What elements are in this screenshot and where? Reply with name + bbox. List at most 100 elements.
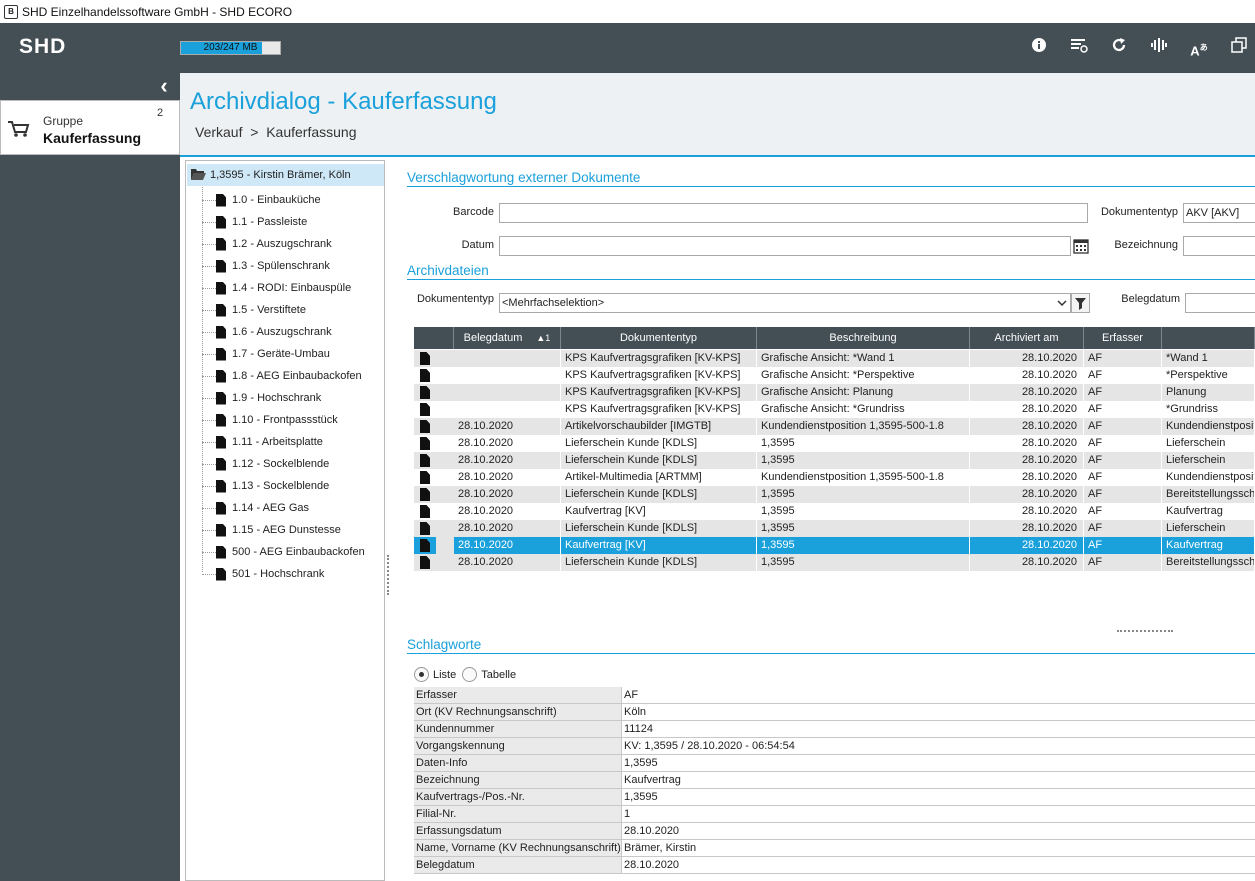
grid-column-header-label: Beschreibung — [829, 332, 897, 344]
keyword-row[interactable]: Daten-Info 1,3595 — [414, 755, 1255, 772]
grid-column-header[interactable]: Dokumententyp — [561, 327, 757, 349]
grid-column-header[interactable]: Archiviert am — [970, 327, 1084, 349]
tree-item[interactable]: 1.10 - Frontpassstück — [202, 409, 338, 431]
grid-cell: Lieferschein Kunde [KDLS] — [561, 435, 757, 452]
grid-row[interactable]: 28.10.2020 Lieferschein Kunde [KDLS] 1,359… — [414, 554, 1255, 571]
filter-doctype-label: Dokumententyp — [416, 293, 494, 305]
tree-item[interactable]: 1.0 - Einbauküche — [202, 189, 321, 211]
tree-item-label: 1.2 - Auszugschrank — [232, 238, 332, 250]
tree-item[interactable]: 1.2 - Auszugschrank — [202, 233, 332, 255]
info-icon[interactable] — [1028, 37, 1050, 59]
grid-row[interactable]: 28.10.2020 Lieferschein Kunde [KDLS] 1,359… — [414, 520, 1255, 537]
window-icon[interactable] — [1228, 37, 1250, 59]
grid-cell: Lieferschein — [1162, 520, 1255, 537]
grid-column-header[interactable] — [414, 327, 454, 349]
radio-tabelle-label: Tabelle — [481, 668, 517, 681]
top-toolbar: SHD 203/247 MB Aあ — [0, 23, 1255, 73]
filter-icon[interactable] — [1071, 293, 1090, 313]
grid-row[interactable]: KPS Kaufvertragsgrafiken [KV-KPS] Grafisc… — [414, 401, 1255, 418]
keyword-value: Köln — [624, 706, 647, 718]
keyword-row[interactable]: Vorgangskennung KV: 1,3595 / 28.10.2020 -… — [414, 738, 1255, 755]
tree-item[interactable]: 500 - AEG Einbaubackofen — [202, 541, 365, 563]
refresh-icon[interactable] — [1108, 37, 1130, 59]
grid-cell: 28.10.2020 — [970, 350, 1084, 367]
grid-cell: KPS Kaufvertragsgrafiken [KV-KPS] — [561, 350, 757, 367]
window-titlebar: B SHD Einzelhandelssoftware GmbH - SHD E… — [0, 0, 1255, 23]
grid-cell: AF — [1084, 418, 1162, 435]
tree-item[interactable]: 1.6 - Auszugschrank — [202, 321, 332, 343]
grid-cell: Kundendienstposition 1,3595-500-1.8 — [757, 469, 970, 486]
tree-item[interactable]: 1.13 - Sockelblende — [202, 475, 329, 497]
grid-cell: *Perspektive — [1162, 367, 1255, 384]
tree-item[interactable]: 1.11 - Arbeitsplatte — [202, 431, 323, 453]
tree-item[interactable]: 1.15 - AEG Dunstesse — [202, 519, 341, 541]
document-icon — [216, 501, 226, 515]
radio-liste[interactable] — [414, 667, 429, 682]
group-card[interactable]: Gruppe Kauferfassung 2 — [0, 100, 180, 155]
grid-row[interactable]: 28.10.2020 Lieferschein Kunde [KDLS] 1,359… — [414, 452, 1255, 469]
grid-cell — [454, 350, 561, 367]
settings-list-icon[interactable] — [1068, 37, 1090, 59]
keyword-row[interactable]: Kaufvertrags-/Pos.-Nr. 1,3595 — [414, 789, 1255, 806]
grid-cell: 1,3595 — [757, 537, 970, 554]
keyword-row[interactable]: Erfassungsdatum 28.10.2020 — [414, 823, 1255, 840]
grid-cell: KPS Kaufvertragsgrafiken [KV-KPS] — [561, 367, 757, 384]
grid-row[interactable]: 28.10.2020 Kaufvertrag [KV] 1,3595 28.10.20… — [414, 503, 1255, 520]
calendar-icon[interactable] — [1073, 237, 1089, 254]
resize-grip[interactable] — [1117, 630, 1173, 632]
keyword-row[interactable]: Kundennummer 11124 — [414, 721, 1255, 738]
doctype-input[interactable]: AKV [AKV] — [1183, 203, 1255, 223]
grid-row[interactable]: KPS Kaufvertragsgrafiken [KV-KPS] Grafisc… — [414, 350, 1255, 367]
keyword-row[interactable]: Belegdatum 28.10.2020 — [414, 857, 1255, 874]
tree-item[interactable]: 1.5 - Verstiftete — [202, 299, 306, 321]
grid-cell: AF — [1084, 554, 1162, 571]
tree-item[interactable]: 1.9 - Hochschrank — [202, 387, 321, 409]
grid-cell: 28.10.2020 — [454, 520, 561, 537]
grid-column-header[interactable]: Erfasser — [1084, 327, 1162, 349]
chevron-down-icon[interactable] — [1057, 294, 1067, 318]
tree-item[interactable]: 1.7 - Geräte-Umbau — [202, 343, 330, 365]
tree-item[interactable]: 1.12 - Sockelblende — [202, 453, 329, 475]
grid-cell: Artikel-Multimedia [ARTMM] — [561, 469, 757, 486]
datum-input[interactable] — [499, 236, 1071, 256]
grid-cell: Lieferschein Kunde [KDLS] — [561, 486, 757, 503]
collapse-sidebar-icon[interactable]: ‹ — [152, 75, 176, 99]
grid-row[interactable]: 28.10.2020 Artikelvorschaubilder [IMGTB] K… — [414, 418, 1255, 435]
grid-row[interactable]: 28.10.2020 Lieferschein Kunde [KDLS] 1,359… — [414, 486, 1255, 503]
tree-item[interactable]: 1.8 - AEG Einbaubackofen — [202, 365, 362, 387]
barcode-input[interactable] — [499, 203, 1088, 223]
keyword-row[interactable]: Bezeichnung Kaufvertrag — [414, 772, 1255, 789]
translate-icon[interactable]: Aあ — [1188, 37, 1210, 59]
doctype-select[interactable]: <Mehrfachselektion> — [499, 293, 1071, 313]
view-mode-radio-group: Liste Tabelle — [414, 667, 516, 682]
tree-item[interactable]: 1.4 - RODI: Einbauspüle — [202, 277, 351, 299]
tree-item-label: 1.4 - RODI: Einbauspüle — [232, 282, 352, 294]
grid-cell: Kaufvertrag [KV] — [561, 503, 757, 520]
keyword-row[interactable]: Name, Vorname (KV Rechnungsanschrift) Brä… — [414, 840, 1255, 857]
tree-item[interactable]: 1.14 - AEG Gas — [202, 497, 309, 519]
grid-row[interactable]: KPS Kaufvertragsgrafiken [KV-KPS] Grafisc… — [414, 384, 1255, 401]
grid-column-header[interactable]: Beschreibung — [757, 327, 970, 349]
grid-row[interactable]: 28.10.2020 Lieferschein Kunde [KDLS] 1,359… — [414, 435, 1255, 452]
grid-row[interactable]: 28.10.2020 Artikel-Multimedia [ARTMM] Kund… — [414, 469, 1255, 486]
keyword-row[interactable]: Erfasser AF — [414, 687, 1255, 704]
tree-item[interactable]: 501 - Hochschrank — [202, 563, 324, 585]
tree-item[interactable]: 1.1 - Passleiste — [202, 211, 307, 233]
tree-connector — [202, 507, 216, 509]
grid-cell: 28.10.2020 — [970, 554, 1084, 571]
tree-connector — [202, 485, 216, 487]
grid-cell: 1,3595 — [757, 503, 970, 520]
keyword-row[interactable]: Filial-Nr. 1 — [414, 806, 1255, 823]
grid-column-header[interactable]: Belegdatum ▲1 — [454, 327, 561, 349]
tree-item[interactable]: 1.3 - Spülenschrank — [202, 255, 330, 277]
split-icon[interactable] — [1148, 37, 1170, 59]
bezeichnung-input[interactable] — [1183, 236, 1255, 256]
tree-root-node[interactable]: 1,3595 - Kirstin Brämer, Köln — [187, 164, 384, 186]
grid-row[interactable]: 28.10.2020 Kaufvertrag [KV] 1,3595 28.10.20… — [414, 537, 1255, 554]
barcode-label: Barcode — [453, 206, 494, 218]
keyword-row[interactable]: Ort (KV Rechnungsanschrift) Köln — [414, 704, 1255, 721]
grid-row[interactable]: KPS Kaufvertragsgrafiken [KV-KPS] Grafisc… — [414, 367, 1255, 384]
grid-column-header[interactable] — [1162, 327, 1255, 349]
radio-tabelle[interactable] — [462, 667, 478, 682]
belegdatum-filter-input[interactable] — [1185, 293, 1255, 313]
